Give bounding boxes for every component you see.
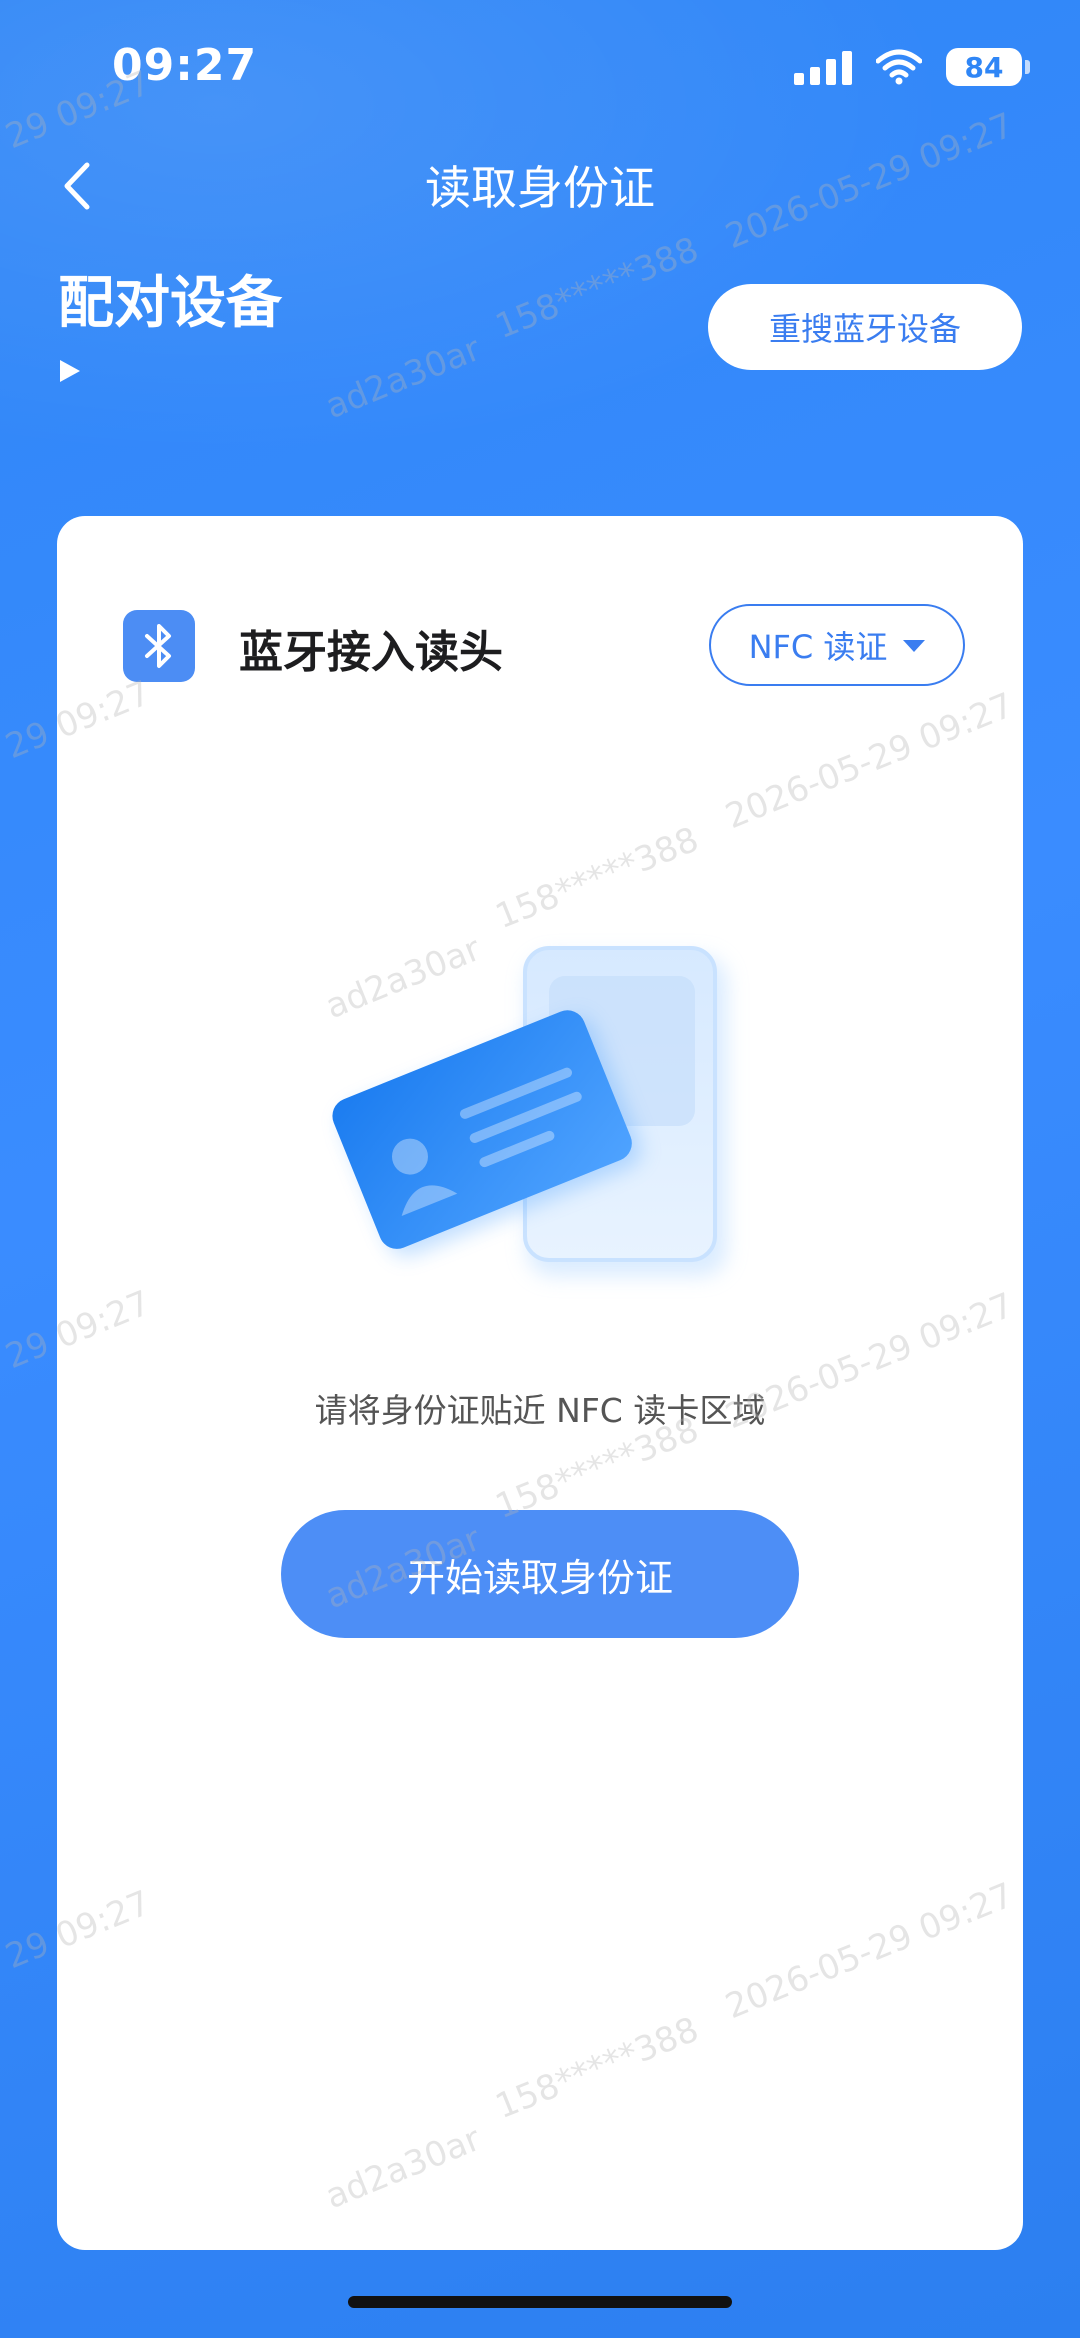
battery-level: 84	[964, 50, 1004, 84]
read-mode-value: NFC 读证	[748, 628, 888, 666]
status-icons: 84	[794, 48, 1030, 86]
page-title: 读取身份证	[425, 161, 655, 215]
home-indicator[interactable]	[348, 2296, 732, 2308]
nfc-hint-text: 请将身份证贴近 NFC 读卡区域	[314, 1391, 766, 1430]
signal-icon	[794, 49, 852, 85]
watermark-text: ad2a30ar	[320, 328, 487, 428]
start-read-id-button[interactable]: 开始读取身份证	[281, 1510, 799, 1638]
wifi-icon	[876, 49, 922, 85]
bluetooth-icon	[123, 610, 195, 682]
caret-down-icon	[903, 640, 926, 652]
battery-icon: 84	[946, 48, 1030, 86]
nfc-card-illustration	[332, 946, 727, 1276]
pair-section-title: 配对设备	[58, 271, 282, 336]
play-triangle-icon[interactable]	[58, 356, 84, 386]
status-time: 09:27	[112, 40, 258, 91]
reader-card: 蓝牙接入读头 NFC 读证 请将身份证贴近 NFC 读卡区域 开始读取身份证	[57, 516, 1023, 2250]
status-bar: 09:27 84	[0, 0, 1080, 140]
rescan-bluetooth-button[interactable]: 重搜蓝牙设备	[708, 284, 1022, 370]
read-mode-select[interactable]: NFC 读证	[709, 604, 965, 686]
reader-type-label: 蓝牙接入读头	[239, 627, 503, 678]
watermark-text: 158*****388	[490, 229, 705, 348]
